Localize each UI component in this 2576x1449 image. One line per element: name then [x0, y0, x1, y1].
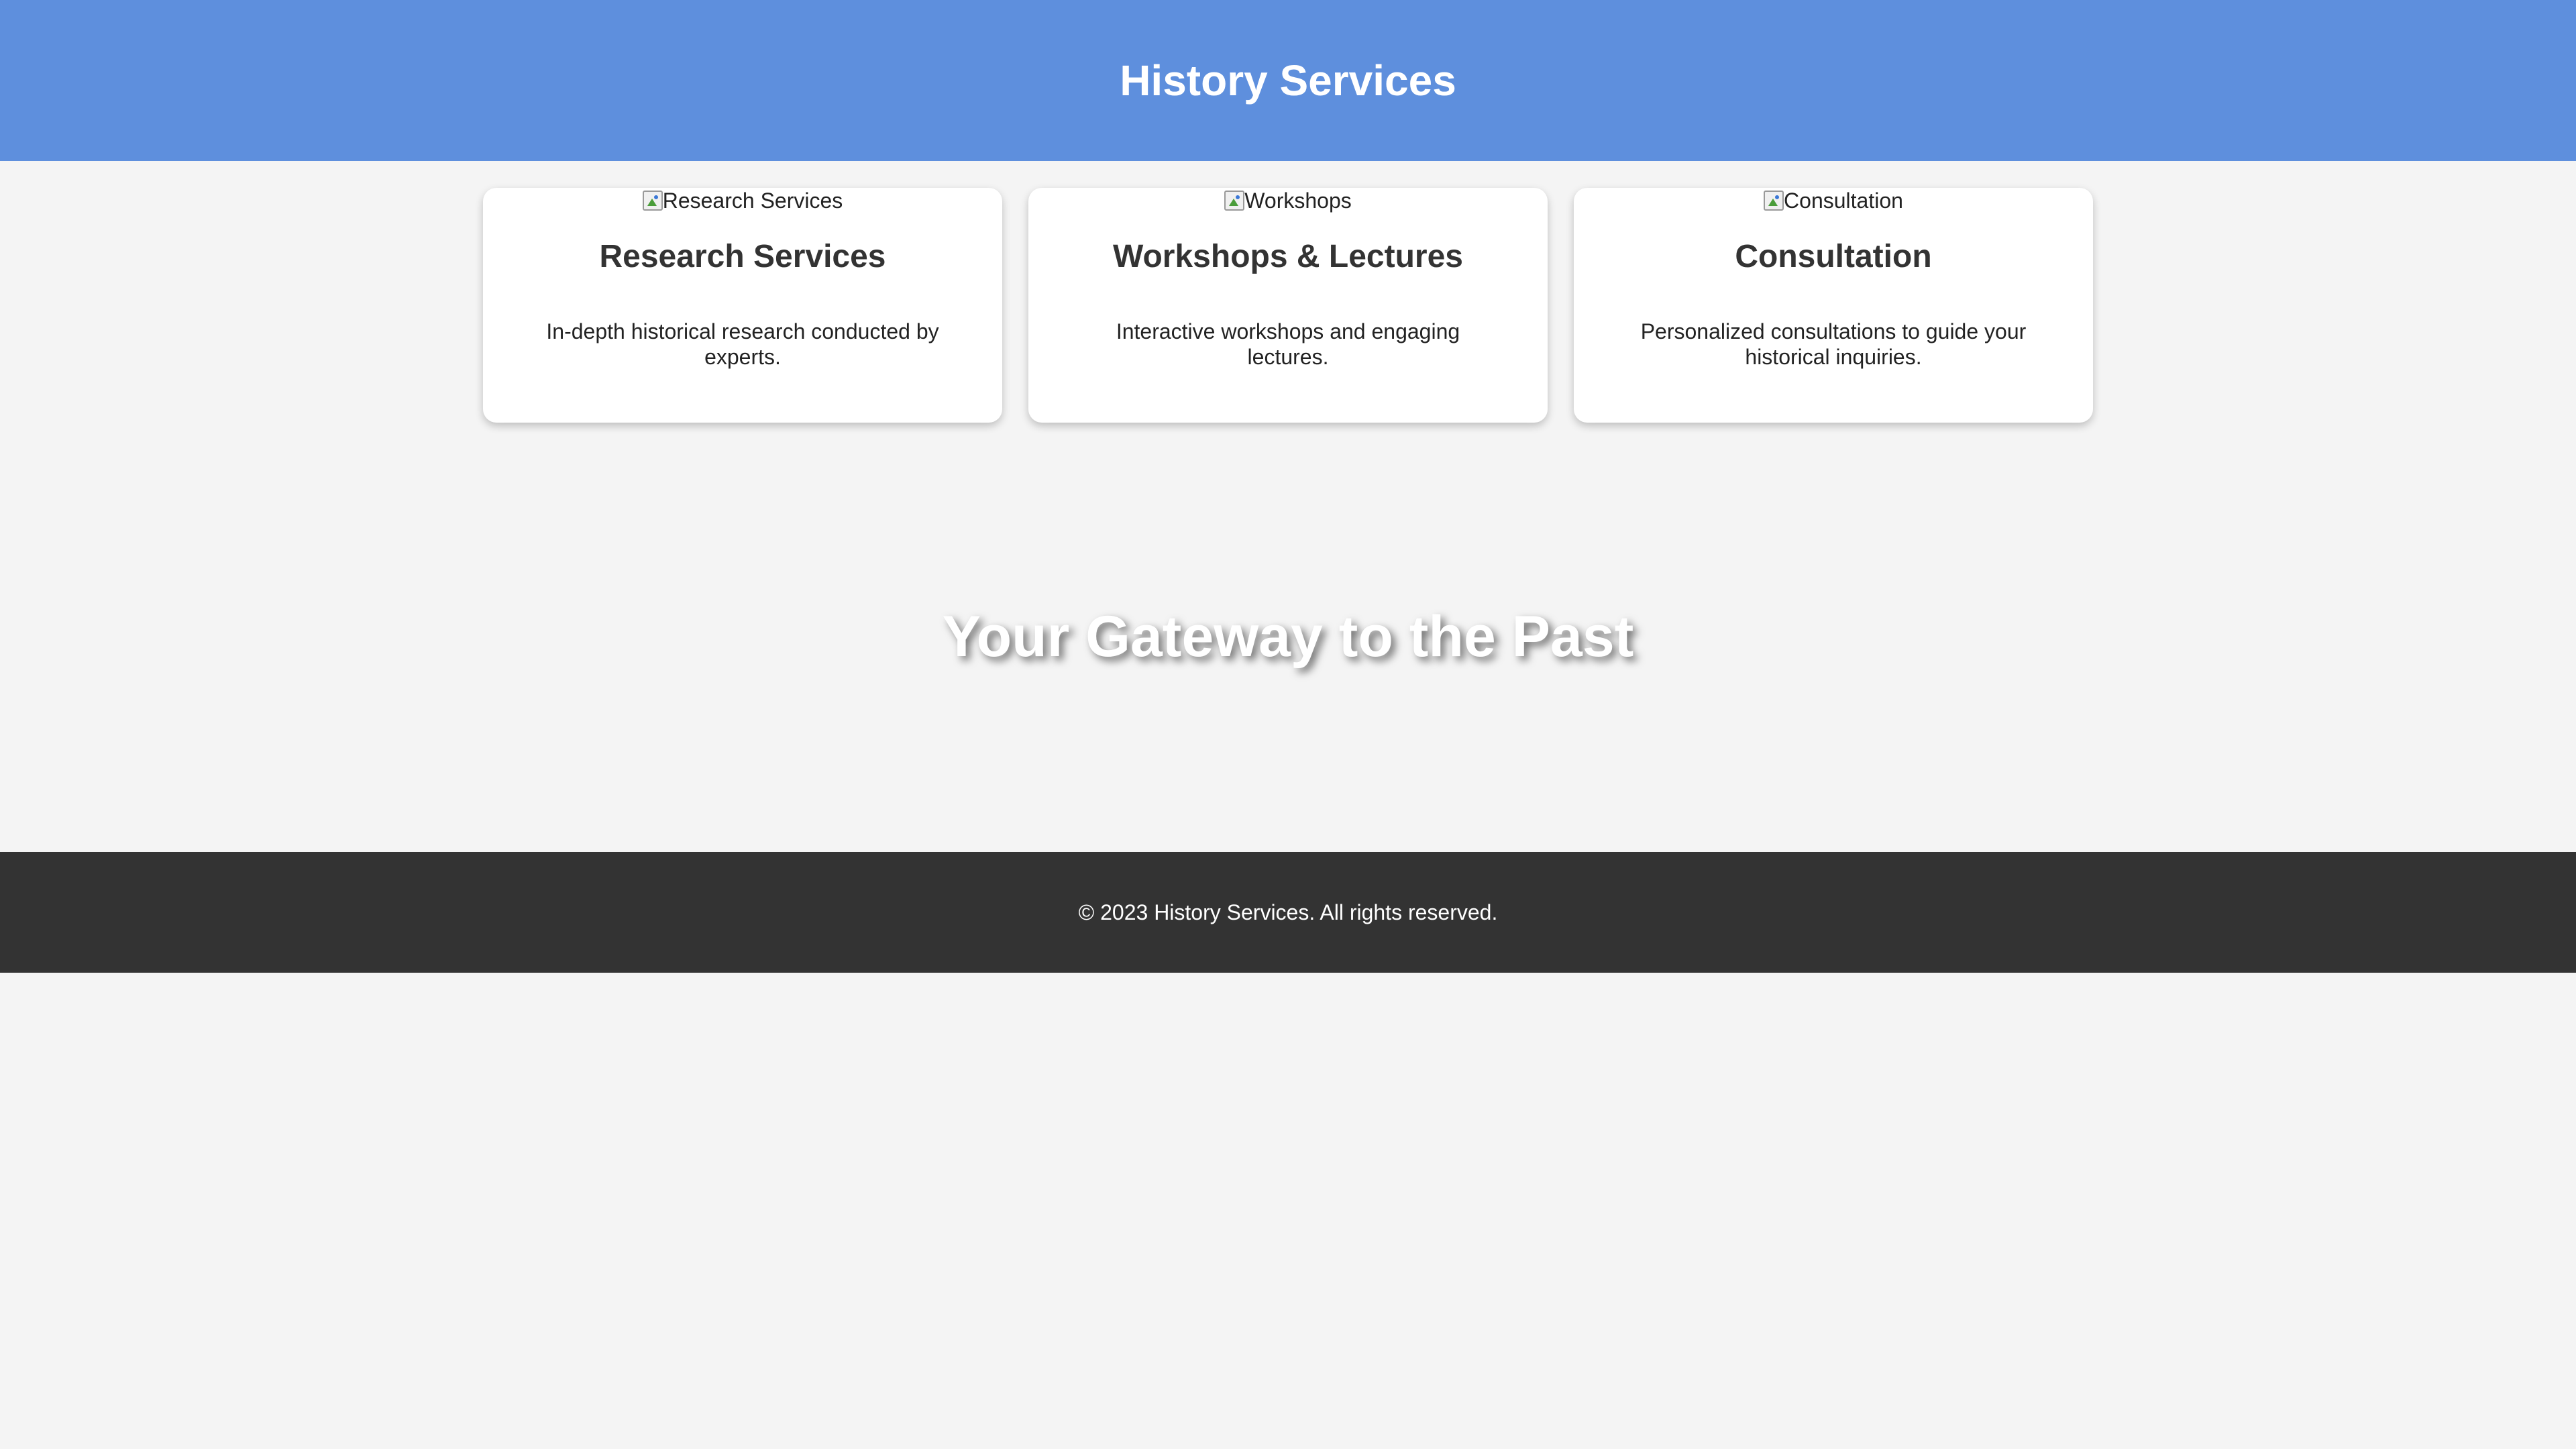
hero-section: Your Gateway to the Past	[0, 604, 2576, 670]
service-card-research: Research Services Research Services In-d…	[483, 188, 1002, 423]
site-footer: © 2023 History Services. All rights rese…	[0, 852, 2576, 973]
service-card-workshops: Workshops Workshops & Lectures Interacti…	[1028, 188, 1548, 423]
service-description: In-depth historical research conducted b…	[546, 319, 939, 369]
site-header: History Services	[0, 0, 2576, 161]
service-image-consultation: Consultation	[1764, 188, 1903, 213]
service-image-research: Research Services	[642, 188, 843, 213]
service-image-alt: Consultation	[1784, 189, 1903, 213]
service-image-alt: Workshops	[1244, 189, 1352, 213]
service-description: Personalized consultations to guide your…	[1640, 319, 2027, 369]
broken-image-icon	[1224, 191, 1245, 211]
service-image-alt: Research Services	[662, 189, 843, 213]
service-title: Workshops & Lectures	[1113, 239, 1463, 274]
footer-copyright: © 2023 History Services. All rights rese…	[1078, 900, 1498, 924]
service-image-workshops: Workshops	[1224, 188, 1352, 213]
hero-heading: Your Gateway to the Past	[942, 604, 1634, 669]
broken-image-icon	[642, 191, 663, 211]
service-title: Research Services	[599, 239, 886, 274]
service-title: Consultation	[1735, 239, 1932, 274]
services-section: Research Services Research Services In-d…	[483, 188, 2093, 423]
broken-image-icon	[1764, 191, 1784, 211]
service-card-consultation: Consultation Consultation Personalized c…	[1574, 188, 2093, 423]
site-title: History Services	[1120, 56, 1456, 105]
service-description: Interactive workshops and engaging lectu…	[1116, 319, 1460, 369]
